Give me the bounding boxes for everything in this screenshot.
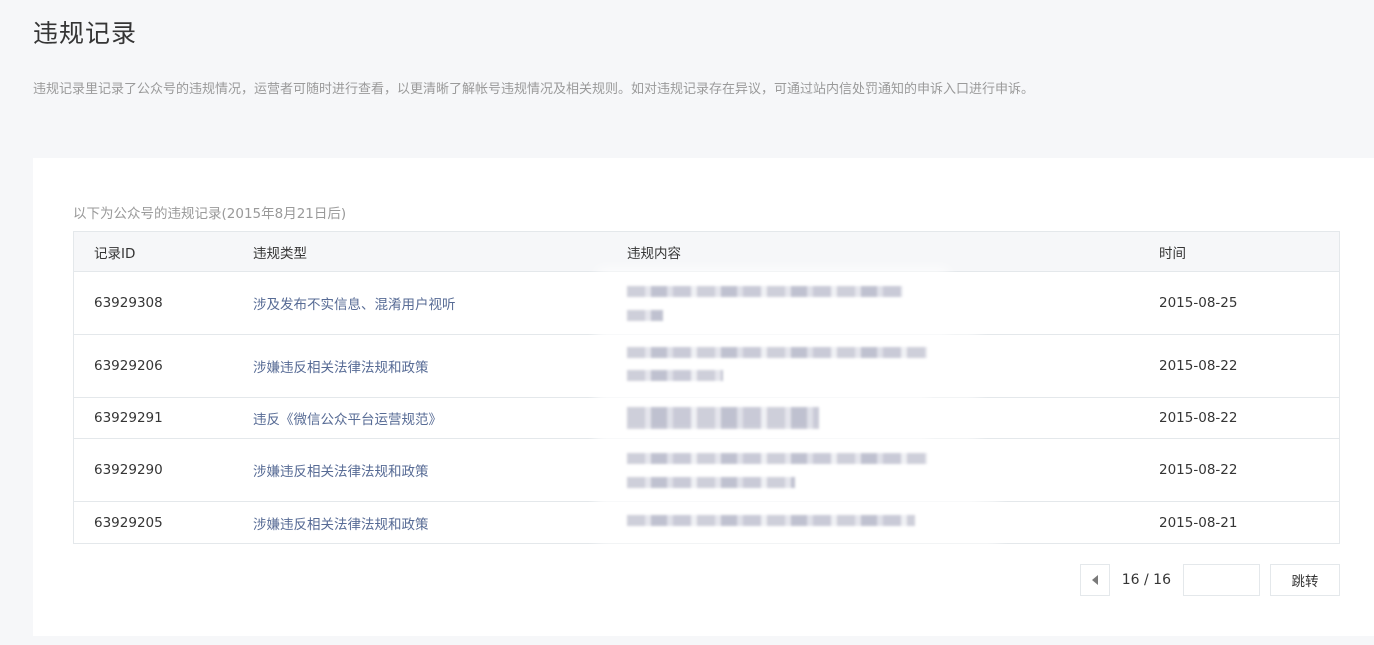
record-time: 2015-08-25 (1159, 295, 1238, 311)
page-description: 违规记录里记录了公众号的违规情况，运营者可随时进行查看，以更清晰了解帐号违规情况… (33, 82, 1035, 97)
violation-content-blurred (597, 435, 1159, 505)
records-card: 以下为公众号的违规记录(2015年8月21日后) 记录ID 违规类型 违规内容 … (33, 158, 1374, 636)
violation-type-link[interactable]: 涉嫌违反相关法律法规和政策 (253, 460, 627, 480)
violation-type-link[interactable]: 涉嫌违反相关法律法规和政策 (253, 356, 627, 376)
prev-page-button[interactable] (1079, 564, 1110, 596)
table-caption: 以下为公众号的违规记录(2015年8月21日后) (73, 206, 347, 222)
column-header-time: 时间 (1159, 245, 1186, 262)
record-id: 63929308 (94, 295, 163, 311)
violation-type-link[interactable]: 涉嫌违反相关法律法规和政策 (253, 513, 627, 533)
violation-content-blurred (597, 331, 1159, 401)
record-id: 63929290 (94, 462, 163, 478)
violation-content-blurred (597, 394, 1159, 442)
table-row: 63929291 违反《微信公众平台运营规范》 2015-08-22 (74, 394, 1339, 442)
violation-type-link[interactable]: 违反《微信公众平台运营规范》 (253, 408, 627, 428)
table-row: 63929290 涉嫌违反相关法律法规和政策 2015-08-22 (74, 435, 1339, 505)
column-header-id: 记录ID (94, 245, 136, 262)
record-time: 2015-08-21 (1159, 514, 1238, 531)
jump-button[interactable]: 跳转 (1270, 564, 1340, 596)
table-row: 63929308 涉及发布不实信息、混淆用户视听 2015-08-25 (74, 268, 1339, 338)
record-id: 63929206 (94, 358, 163, 374)
page-indicator: 16 / 16 (1121, 572, 1171, 588)
page-title: 违规记录 (33, 19, 138, 48)
violation-content-blurred (597, 498, 1159, 547)
record-id: 63929291 (94, 410, 163, 426)
page-number-input[interactable] (1183, 564, 1260, 596)
record-time: 2015-08-22 (1159, 462, 1238, 478)
violation-table: 记录ID 违规类型 违规内容 时间 63929308 涉及发布不实信息、混淆用户… (73, 231, 1340, 547)
caret-left-icon (1091, 575, 1098, 585)
column-header-type: 违规类型 (253, 245, 307, 262)
table-row: 63929206 涉嫌违反相关法律法规和政策 2015-08-22 (74, 331, 1339, 401)
violation-content-blurred (597, 268, 1159, 338)
violation-type-link[interactable]: 涉及发布不实信息、混淆用户视听 (253, 293, 627, 313)
record-id: 63929205 (94, 514, 163, 531)
record-time: 2015-08-22 (1159, 410, 1238, 426)
pagination: 16 / 16 跳转 (1079, 564, 1340, 596)
table-row: 63929205 涉嫌违反相关法律法规和政策 2015-08-21 (74, 498, 1339, 547)
table-header: 记录ID 违规类型 违规内容 时间 (74, 232, 1339, 272)
record-time: 2015-08-22 (1159, 358, 1238, 374)
column-header-content: 违规内容 (627, 245, 681, 262)
